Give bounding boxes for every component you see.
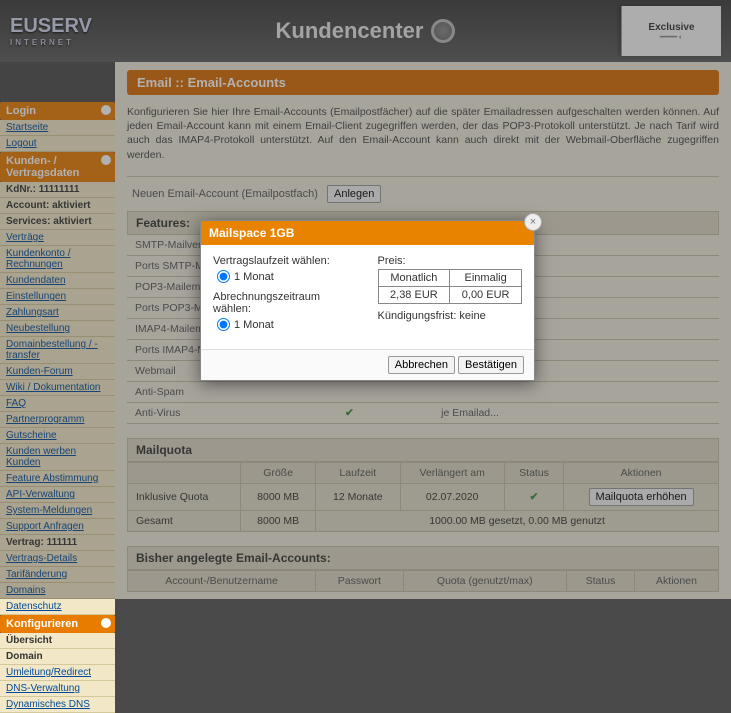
sidebar-item[interactable]: Dynamisches DNS [0,697,115,713]
sidebar-item[interactable]: Datenschutz [0,599,115,615]
abrechnung-radio-1monat[interactable] [217,318,230,331]
sidebar-hdr-konfig[interactable]: Konfigurieren [0,615,115,633]
sidebar-item[interactable]: Umleitung/Redirect [0,665,115,681]
modal-title: Mailspace 1GB [201,221,534,245]
sidebar-domain[interactable]: Domain [0,649,115,665]
abrechnung-label: Abrechnungszeitraum wählen: [213,291,358,315]
cancel-button[interactable]: Abbrechen [388,356,455,374]
preis-label: Preis: [378,255,523,267]
sidebar-item[interactable]: DNS-Verwaltung [0,681,115,697]
kuendigung-text: Kündigungsfrist: keine [378,310,523,322]
mailspace-modal: × Mailspace 1GB Vertragslaufzeit wählen:… [200,220,535,381]
close-icon[interactable]: × [524,213,542,231]
laufzeit-radio-1monat[interactable] [217,270,230,283]
price-table: MonatlichEinmalig 2,38 EUR0,00 EUR [378,269,523,304]
vertragslaufzeit-label: Vertragslaufzeit wählen: [213,255,358,267]
confirm-button[interactable]: Bestätigen [458,356,524,374]
collapse-icon [101,618,111,628]
sidebar-uebersicht[interactable]: Übersicht [0,633,115,649]
